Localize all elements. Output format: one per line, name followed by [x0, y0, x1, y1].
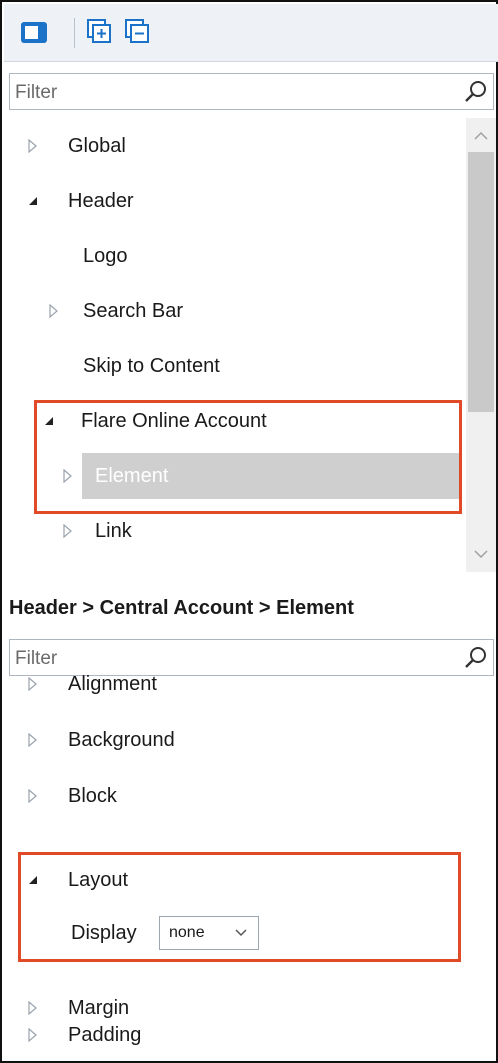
- expand-all-icon[interactable]: [84, 17, 118, 49]
- property-group-label: Alignment: [68, 672, 157, 695]
- highlight-box-layout: [18, 852, 461, 962]
- tree-item-label: Global: [68, 134, 126, 157]
- toolbar: [4, 4, 498, 62]
- tree-item-label: Link: [95, 519, 132, 542]
- property-group-label: Padding: [68, 1023, 142, 1046]
- scrollbar-thumb[interactable]: [468, 152, 494, 412]
- tree-item-global[interactable]: Global: [28, 120, 126, 172]
- tree-item-header[interactable]: Header: [28, 175, 134, 227]
- tree-item-label: Search Bar: [83, 299, 184, 322]
- tree-item-label: Logo: [83, 244, 128, 267]
- filter-placeholder: Filter: [15, 82, 58, 103]
- breadcrumb: Header > Central Account > Element: [9, 596, 354, 619]
- top-filter-input[interactable]: Filter: [9, 73, 494, 110]
- toggle-pane-icon[interactable]: [18, 17, 52, 49]
- search-icon[interactable]: [463, 79, 489, 105]
- property-group-padding[interactable]: Padding: [28, 1009, 141, 1061]
- highlight-box-tree: [34, 400, 462, 514]
- styles-pane: Filter Global Header Logo Search Bar Ski…: [0, 0, 498, 1063]
- property-group-label: Block: [68, 784, 117, 807]
- property-group-alignment[interactable]: Alignment: [28, 658, 157, 710]
- property-group-block[interactable]: Block: [28, 770, 117, 822]
- scroll-down-icon[interactable]: [473, 546, 489, 562]
- scroll-up-icon[interactable]: [473, 128, 489, 144]
- tree-item-search-bar[interactable]: Search Bar: [49, 285, 183, 337]
- property-group-label: Background: [68, 728, 175, 751]
- expand-arrow-icon[interactable]: [63, 524, 73, 538]
- expand-arrow-icon[interactable]: [49, 304, 59, 318]
- expand-arrow-icon[interactable]: [28, 1028, 38, 1042]
- expand-arrow-icon[interactable]: [28, 789, 38, 803]
- search-icon[interactable]: [463, 645, 489, 671]
- expand-arrow-icon[interactable]: [28, 677, 38, 691]
- tree-item-label: Skip to Content: [83, 354, 220, 377]
- toolbar-separator: [74, 18, 75, 48]
- property-group-background[interactable]: Background: [28, 714, 175, 766]
- tree-item-skip-to-content[interactable]: Skip to Content: [83, 340, 220, 392]
- tree-scrollbar[interactable]: [466, 118, 496, 572]
- expand-arrow-icon[interactable]: [28, 139, 38, 153]
- collapse-all-icon[interactable]: [122, 17, 156, 49]
- expand-arrow-icon[interactable]: [28, 733, 38, 747]
- tree-item-logo[interactable]: Logo: [83, 230, 128, 282]
- tree-item-label: Header: [68, 189, 134, 212]
- collapse-arrow-icon[interactable]: [28, 195, 38, 207]
